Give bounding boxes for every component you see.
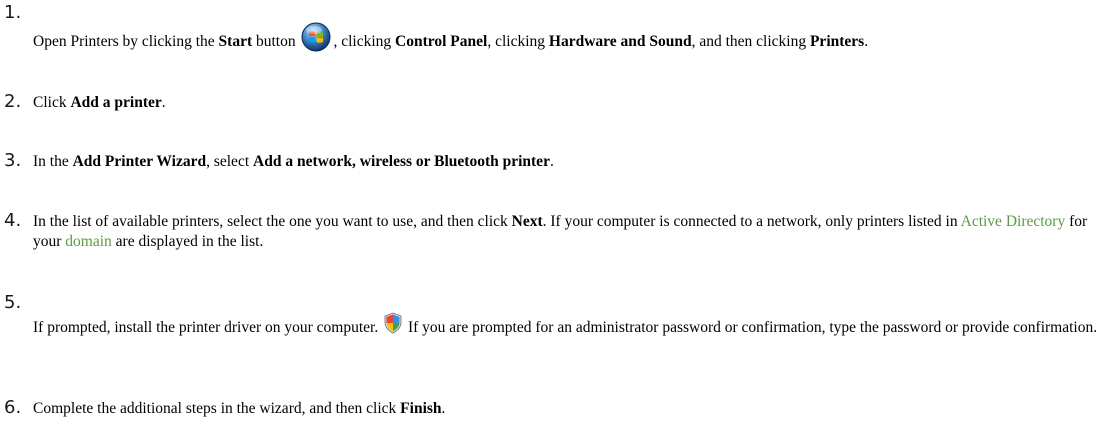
finish-label: Finish xyxy=(400,400,442,417)
step-text: Click Add a printer. xyxy=(33,94,166,111)
step-number: 2. xyxy=(4,91,22,112)
step-text: Complete the additional steps in the wiz… xyxy=(33,400,446,417)
control-panel-label: Control Panel xyxy=(395,33,488,50)
domain-link[interactable]: domain xyxy=(65,233,112,250)
security-shield-icon xyxy=(384,312,402,334)
step-text: If prompted, install the printer driver … xyxy=(33,312,1113,338)
step-number: 3. xyxy=(4,150,22,171)
add-network-printer-label: Add a network, wireless or Bluetooth pri… xyxy=(253,153,550,170)
step-number: 5. xyxy=(4,292,22,313)
step-text: Open Printers by clicking the Start butt… xyxy=(33,22,1113,52)
start-button-orb-icon xyxy=(301,22,331,52)
next-label: Next xyxy=(511,213,543,230)
hardware-and-sound-label: Hardware and Sound xyxy=(548,33,692,50)
step-number: 1. xyxy=(4,2,22,23)
printers-label: Printers xyxy=(809,33,865,50)
step-number: 6. xyxy=(4,397,22,418)
step-text: In the list of available printers, selec… xyxy=(33,213,1088,250)
step-number: 4. xyxy=(4,210,22,231)
start-label: Start xyxy=(218,33,253,50)
add-a-printer-label: Add a printer xyxy=(70,94,162,111)
active-directory-link[interactable]: Active Directory xyxy=(961,213,1066,230)
step-text: In the Add Printer Wizard, select Add a … xyxy=(33,153,554,170)
add-printer-wizard-label: Add Printer Wizard xyxy=(72,153,207,170)
